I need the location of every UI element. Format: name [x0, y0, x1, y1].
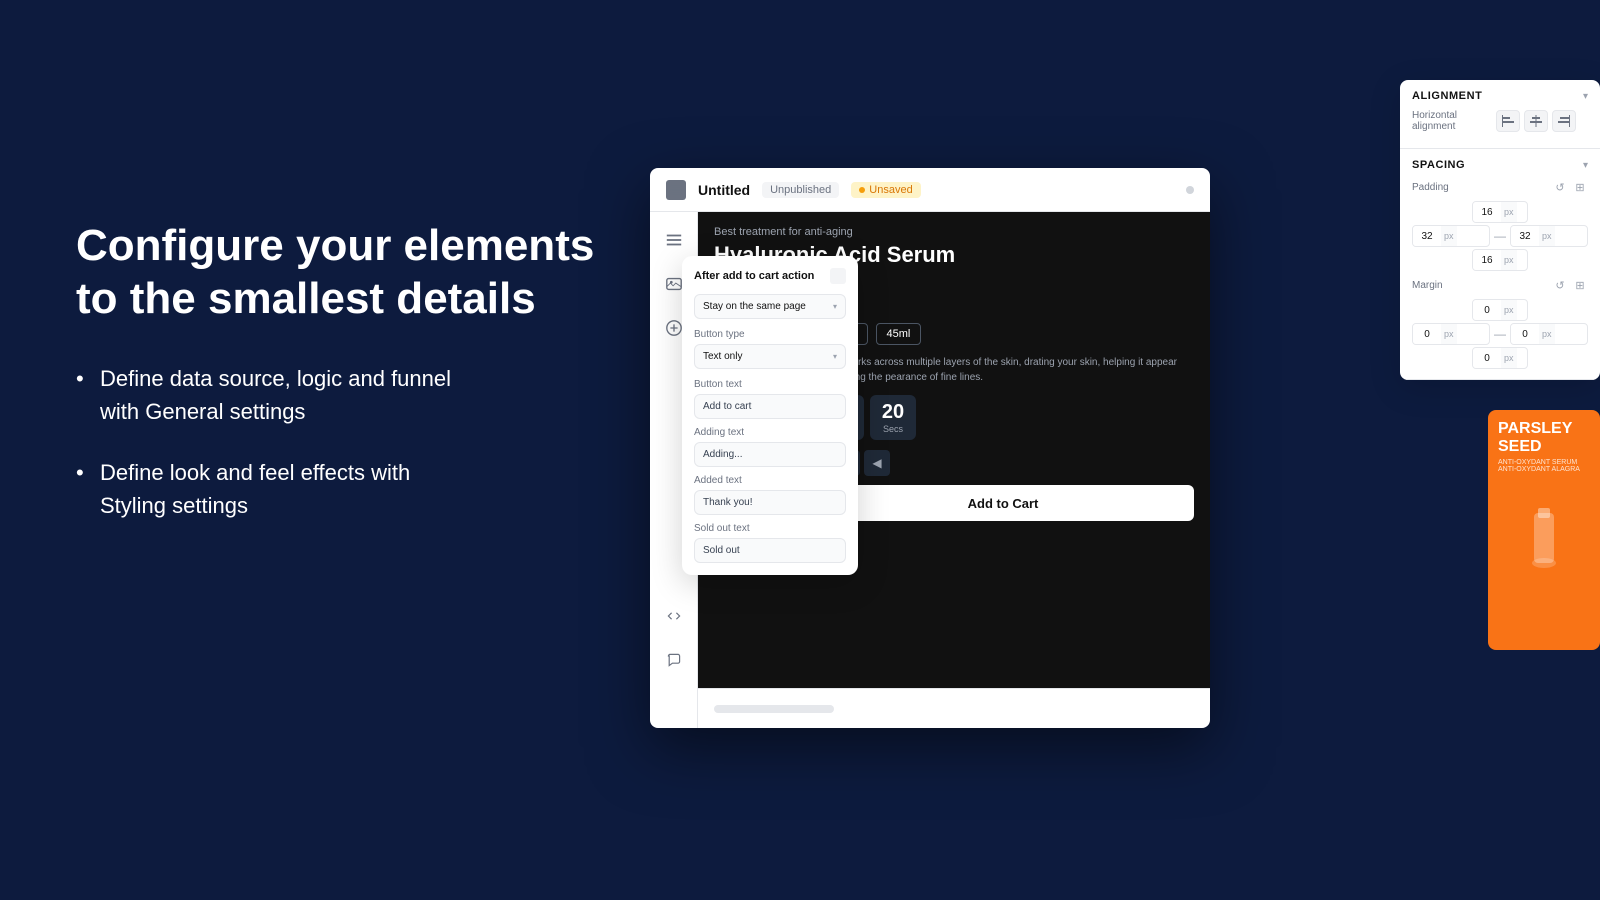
after-action-select[interactable]: Stay on the same page ▾: [694, 294, 846, 319]
align-left-btn[interactable]: [1496, 110, 1520, 132]
padding-bottom-input[interactable]: px: [1472, 249, 1528, 271]
right-area: Untitled Unpublished Unsaved Best treatm…: [650, 80, 1600, 840]
spacing-title: SPACING: [1412, 159, 1465, 171]
editor-badge-unsaved: Unsaved: [851, 182, 920, 198]
after-add-to-cart-popup: After add to cart action Stay on the sam…: [682, 256, 858, 575]
spacing-section-header: SPACING ▾: [1412, 159, 1588, 171]
padding-label: Padding: [1412, 182, 1492, 193]
sidebar-chat-icon[interactable]: [658, 644, 690, 676]
main-heading: Configure your elements to the smallest …: [76, 220, 616, 326]
alignment-section-header: ALIGNMENT ▾: [1412, 90, 1588, 102]
popup-header-icon[interactable]: [830, 268, 846, 284]
button-text-input[interactable]: [694, 394, 846, 419]
editor-sidebar-bottom: [650, 600, 698, 688]
unsaved-dot: [859, 187, 865, 193]
margin-top-input[interactable]: px: [1472, 299, 1528, 321]
alignment-title: ALIGNMENT: [1412, 90, 1482, 102]
margin-row: Margin ↺ ⊞: [1412, 277, 1588, 293]
added-text-input[interactable]: [694, 490, 846, 515]
margin-label: Margin: [1412, 280, 1492, 291]
toolbar-arrow-btn[interactable]: ◀: [864, 450, 890, 476]
padding-top-input[interactable]: px: [1472, 201, 1528, 223]
editor-menu-icon[interactable]: [666, 180, 686, 200]
alignment-chevron[interactable]: ▾: [1583, 91, 1588, 102]
horizontal-alignment-label: Horizontal alignment: [1412, 110, 1492, 132]
spacing-section: SPACING ▾ Padding ↺ ⊞ px: [1400, 149, 1600, 380]
editor-badge-unpublished: Unpublished: [762, 182, 839, 198]
size-btn-45ml[interactable]: 45ml: [876, 323, 922, 345]
added-text-label: Added text: [694, 475, 846, 486]
margin-right-input[interactable]: px: [1510, 323, 1588, 345]
editor-topbar: Untitled Unpublished Unsaved: [650, 168, 1210, 212]
sidebar-code-icon[interactable]: [658, 600, 690, 632]
button-text-label: Button text: [694, 379, 846, 390]
padding-left-input[interactable]: px: [1412, 225, 1490, 247]
padding-reset-icon[interactable]: ↺: [1552, 179, 1568, 195]
editor-bottom-bar: [698, 688, 1210, 728]
countdown-secs: 20 Secs: [870, 395, 916, 440]
sold-out-input[interactable]: [694, 538, 846, 563]
sidebar-layers-icon[interactable]: [658, 224, 690, 256]
adding-text-label: Adding text: [694, 427, 846, 438]
topbar-dot: [1186, 186, 1194, 194]
padding-row-icons: ↺ ⊞: [1552, 179, 1588, 195]
editor-title: Untitled: [698, 182, 750, 198]
parsley-bottom-image: [1488, 483, 1600, 603]
bullet-list: Define data source, logic and funnel wit…: [76, 362, 616, 522]
button-type-label: Button type: [694, 329, 846, 340]
button-type-chevron: ▾: [833, 352, 837, 361]
bullet-item-2: Define look and feel effects with Stylin…: [76, 456, 616, 522]
align-center-btn[interactable]: [1524, 110, 1548, 132]
padding-settings-icon[interactable]: ⊞: [1572, 179, 1588, 195]
margin-reset-icon[interactable]: ↺: [1552, 277, 1568, 293]
sold-out-label: Sold out text: [694, 523, 846, 534]
bullet-item-1: Define data source, logic and funnel wit…: [76, 362, 616, 428]
bottom-progress-bar: [714, 705, 834, 713]
parsley-seed-panel: PARSLEY SEED ANTI-OXYDANT SERUM ANTI-OXY…: [1488, 410, 1600, 650]
parsley-subtitle: ANTI-OXYDANT SERUM ANTI-OXYDANT ALAGRA: [1498, 459, 1590, 473]
popup-title: After add to cart action: [694, 270, 814, 282]
margin-bottom-input[interactable]: px: [1472, 347, 1528, 369]
margin-settings-icon[interactable]: ⊞: [1572, 277, 1588, 293]
alignment-section: ALIGNMENT ▾ Horizontal alignment: [1400, 80, 1600, 149]
spacing-chevron[interactable]: ▾: [1583, 160, 1588, 171]
alignment-panel: ALIGNMENT ▾ Horizontal alignment: [1400, 80, 1600, 380]
button-type-select[interactable]: Text only ▾: [694, 344, 846, 369]
parsley-seed-top: PARSLEY SEED ANTI-OXYDANT SERUM ANTI-OXY…: [1488, 410, 1600, 483]
parsley-title-line1: PARSLEY: [1498, 420, 1590, 438]
add-to-cart-button[interactable]: Add to Cart: [812, 485, 1194, 521]
adding-text-input[interactable]: [694, 442, 846, 467]
after-action-chevron: ▾: [833, 302, 837, 311]
horizontal-alignment-row: Horizontal alignment: [1412, 110, 1588, 132]
parsley-title-line2: SEED: [1498, 438, 1590, 456]
align-right-btn[interactable]: [1552, 110, 1576, 132]
popup-header: After add to cart action: [694, 268, 846, 284]
padding-row: Padding ↺ ⊞: [1412, 179, 1588, 195]
horizontal-align-buttons: [1496, 110, 1576, 132]
padding-right-input[interactable]: px: [1510, 225, 1588, 247]
left-content: Configure your elements to the smallest …: [76, 220, 616, 550]
margin-left-input[interactable]: px: [1412, 323, 1490, 345]
margin-row-icons: ↺ ⊞: [1552, 277, 1588, 293]
product-subtitle: Best treatment for anti-aging: [698, 212, 1210, 242]
